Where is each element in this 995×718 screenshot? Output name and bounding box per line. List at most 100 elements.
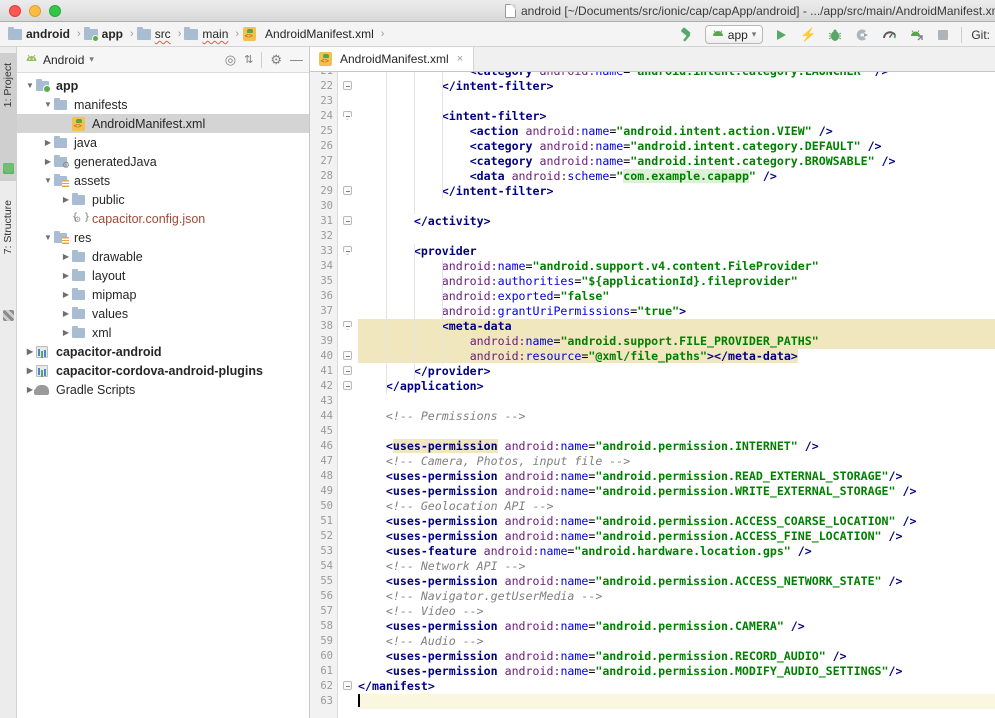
project-view-selector[interactable]: Android ▾ <box>17 53 94 67</box>
tree-item-generatedjava[interactable]: ▶generatedJava <box>17 152 309 171</box>
apply-changes-icon[interactable]: ⚡ <box>799 26 817 44</box>
profiler-icon[interactable] <box>880 26 898 44</box>
code-line-29[interactable]: </intent-filter> <box>358 184 995 199</box>
minimize-window-button[interactable] <box>29 5 41 17</box>
fold-end-icon[interactable] <box>343 351 352 360</box>
code-line-43[interactable] <box>358 394 995 409</box>
code-line-51[interactable]: <uses-permission android:name="android.p… <box>358 514 995 529</box>
tree-expand-arrow-icon[interactable]: ▼ <box>43 100 53 109</box>
code-line-48[interactable]: <uses-permission android:name="android.p… <box>358 469 995 484</box>
fold-start-icon[interactable] <box>343 111 352 120</box>
attach-debugger-icon[interactable] <box>907 26 925 44</box>
tree-expand-arrow-icon[interactable]: ▶ <box>61 290 71 299</box>
tree-item-capacitor-config-json[interactable]: capacitor.config.json <box>17 209 309 228</box>
code-line-57[interactable]: <!-- Video --> <box>358 604 995 619</box>
tree-item-capacitor-android[interactable]: ▶capacitor-android <box>17 342 309 361</box>
code-line-52[interactable]: <uses-permission android:name="android.p… <box>358 529 995 544</box>
tree-item-gradle-scripts[interactable]: ▶Gradle Scripts <box>17 380 309 399</box>
code-line-26[interactable]: <category android:name="android.intent.c… <box>358 139 995 154</box>
tree-expand-arrow-icon[interactable]: ▶ <box>61 195 71 204</box>
code-line-31[interactable]: </activity> <box>358 214 995 229</box>
code-line-50[interactable]: <!-- Geolocation API --> <box>358 499 995 514</box>
tab-androidmanifest[interactable]: AndroidManifest.xml × <box>310 47 474 71</box>
code-line-33[interactable]: <provider <box>358 244 995 259</box>
tree-item-drawable[interactable]: ▶drawable <box>17 247 309 266</box>
tree-item-public[interactable]: ▶public <box>17 190 309 209</box>
fold-start-icon[interactable] <box>343 321 352 330</box>
fold-end-icon[interactable] <box>343 81 352 90</box>
settings-gear-icon[interactable]: ⚙ <box>270 52 282 68</box>
tree-item-assets[interactable]: ▼assets <box>17 171 309 190</box>
tree-item-mipmap[interactable]: ▶mipmap <box>17 285 309 304</box>
code-line-23[interactable] <box>358 94 995 109</box>
breadcrumb-item-src[interactable]: src› <box>137 27 182 41</box>
tree-expand-arrow-icon[interactable]: ▶ <box>61 309 71 318</box>
tree-item-java[interactable]: ▶java <box>17 133 309 152</box>
tree-item-res[interactable]: ▼res <box>17 228 309 247</box>
code-line-47[interactable]: <!-- Camera, Photos, input file --> <box>358 454 995 469</box>
breadcrumb-item-app[interactable]: app› <box>84 27 134 41</box>
code-line-55[interactable]: <uses-permission android:name="android.p… <box>358 574 995 589</box>
close-window-button[interactable] <box>9 5 21 17</box>
code-line-56[interactable]: <!-- Navigator.getUserMedia --> <box>358 589 995 604</box>
code-line-45[interactable] <box>358 424 995 439</box>
tree-item-xml[interactable]: ▶xml <box>17 323 309 342</box>
breadcrumb-item-androidmanifest-xml[interactable]: AndroidManifest.xml› <box>242 27 384 41</box>
tab-project[interactable]: 1: Project <box>0 53 17 181</box>
tree-item-androidmanifest-xml[interactable]: AndroidManifest.xml <box>17 114 309 133</box>
tree-expand-arrow-icon[interactable]: ▶ <box>25 347 35 356</box>
code-line-28[interactable]: <data android:scheme="com.example.capapp… <box>358 169 995 184</box>
code-line-38[interactable]: <meta-data <box>358 319 995 334</box>
code-line-59[interactable]: <!-- Audio --> <box>358 634 995 649</box>
code-line-34[interactable]: android:name="android.support.v4.content… <box>358 259 995 274</box>
tree-expand-arrow-icon[interactable]: ▼ <box>25 81 35 90</box>
code-line-41[interactable]: </provider> <box>358 364 995 379</box>
code-line-25[interactable]: <action android:name="android.intent.act… <box>358 124 995 139</box>
breadcrumb-item-android[interactable]: android› <box>8 27 81 41</box>
code-line-49[interactable]: <uses-permission android:name="android.p… <box>358 484 995 499</box>
code-line-37[interactable]: android:grantUriPermissions="true"> <box>358 304 995 319</box>
fold-end-icon[interactable] <box>343 366 352 375</box>
code-line-62[interactable]: </manifest> <box>358 679 995 694</box>
tree-expand-arrow-icon[interactable]: ▼ <box>43 176 53 185</box>
tree-item-app[interactable]: ▼app <box>17 76 309 95</box>
code-line-58[interactable]: <uses-permission android:name="android.p… <box>358 619 995 634</box>
code-line-40[interactable]: android:resource="@xml/file_paths"></met… <box>358 349 995 364</box>
code-line-54[interactable]: <!-- Network API --> <box>358 559 995 574</box>
fold-end-icon[interactable] <box>343 186 352 195</box>
tree-expand-arrow-icon[interactable]: ▶ <box>25 366 35 375</box>
code-line-27[interactable]: <category android:name="android.intent.c… <box>358 154 995 169</box>
code-line-30[interactable] <box>358 199 995 214</box>
tree-expand-arrow-icon[interactable]: ▶ <box>43 138 53 147</box>
fold-end-icon[interactable] <box>343 381 352 390</box>
code-line-61[interactable]: <uses-permission android:name="android.p… <box>358 664 995 679</box>
code-line-22[interactable]: </intent-filter> <box>358 79 995 94</box>
stop-icon[interactable] <box>934 26 952 44</box>
code-line-42[interactable]: </application> <box>358 379 995 394</box>
tree-item-capacitor-cordova-android-plugins[interactable]: ▶capacitor-cordova-android-plugins <box>17 361 309 380</box>
code-line-46[interactable]: <uses-permission android:name="android.p… <box>358 439 995 454</box>
debug-icon[interactable] <box>826 26 844 44</box>
code-line-21[interactable]: <category android:name="android.intent.c… <box>358 72 995 79</box>
build-hammer-icon[interactable] <box>678 26 696 44</box>
tree-item-manifests[interactable]: ▼manifests <box>17 95 309 114</box>
zoom-window-button[interactable] <box>49 5 61 17</box>
run-icon[interactable] <box>772 26 790 44</box>
close-tab-icon[interactable]: × <box>457 53 463 65</box>
code-line-53[interactable]: <uses-feature android:name="android.hard… <box>358 544 995 559</box>
fold-start-icon[interactable] <box>343 246 352 255</box>
code-line-39[interactable]: android:name="android.support.FILE_PROVI… <box>358 334 995 349</box>
tree-item-values[interactable]: ▶values <box>17 304 309 323</box>
tree-item-layout[interactable]: ▶layout <box>17 266 309 285</box>
tree-expand-arrow-icon[interactable]: ▼ <box>43 233 53 242</box>
locate-icon[interactable]: ◎ <box>225 52 236 68</box>
tree-expand-arrow-icon[interactable]: ▶ <box>61 271 71 280</box>
fold-end-icon[interactable] <box>343 681 352 690</box>
tree-expand-arrow-icon[interactable]: ▶ <box>61 252 71 261</box>
fold-end-icon[interactable] <box>343 216 352 225</box>
code-line-60[interactable]: <uses-permission android:name="android.p… <box>358 649 995 664</box>
code-line-63[interactable] <box>358 694 995 709</box>
hide-panel-icon[interactable]: — <box>290 52 303 67</box>
code-line-35[interactable]: android:authorities="${applicationId}.fi… <box>358 274 995 289</box>
code-line-24[interactable]: <intent-filter> <box>358 109 995 124</box>
